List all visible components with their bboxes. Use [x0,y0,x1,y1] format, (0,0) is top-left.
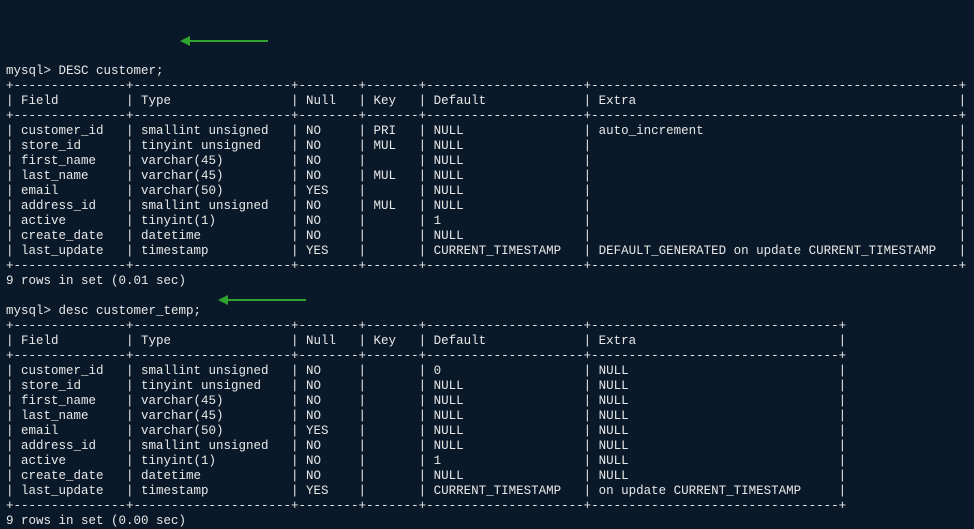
table2-sep-bot: +---------------+---------------------+-… [6,499,846,513]
prompt-1: mysql> [6,64,51,78]
arrow-annotation-1 [180,4,270,63]
table2-body: | customer_id | smallint unsigned | NO |… [6,364,846,498]
table2-sep-mid: +---------------+---------------------+-… [6,349,846,363]
table1-status: 9 rows in set (0.01 sec) [6,274,186,288]
command-1: DESC customer; [59,64,164,78]
table1-sep-top: +---------------+---------------------+-… [6,79,966,93]
prompt-2: mysql> [6,304,51,318]
table2-status: 9 rows in set (0.00 sec) [6,514,186,528]
table1-sep-mid: +---------------+---------------------+-… [6,109,966,123]
table2-sep-top: +---------------+---------------------+-… [6,319,846,333]
table1-sep-bot: +---------------+---------------------+-… [6,259,966,273]
command-2: desc customer_temp; [59,304,202,318]
table1-body: | customer_id | smallint unsigned | NO |… [6,124,966,258]
table1-header: | Field | Type | Null | Key | Default | … [6,94,966,108]
table2-header: | Field | Type | Null | Key | Default | … [6,334,846,348]
